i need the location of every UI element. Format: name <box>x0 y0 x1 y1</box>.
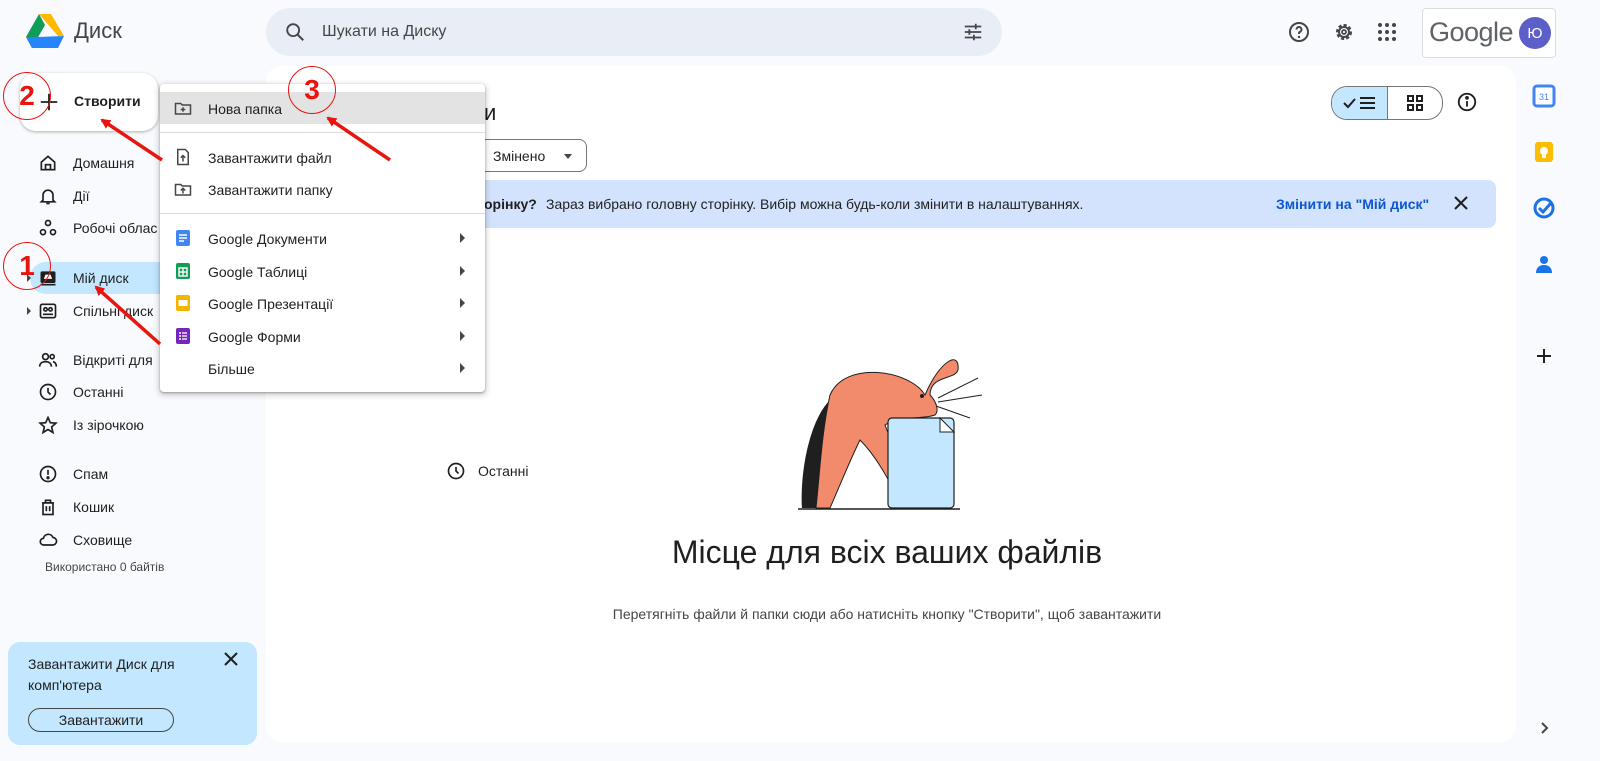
sidebar-item-storage[interactable]: Сховище <box>30 524 260 556</box>
download-drive-promo: Завантажити Диск для комп'ютера Завантаж… <box>8 642 257 745</box>
settings-gear-icon[interactable] <box>1332 20 1356 44</box>
empty-state-subtitle: Перетягніть файли й папки сюди або натис… <box>612 606 1162 622</box>
submenu-arrow-icon <box>460 363 465 373</box>
contacts-app-icon[interactable] <box>1532 252 1556 276</box>
avatar[interactable]: Ю <box>1519 17 1551 49</box>
google-logo: Google <box>1429 17 1514 47</box>
menu-item-google-slides[interactable]: Google Презентації <box>160 287 485 319</box>
submenu-arrow-icon <box>460 233 465 243</box>
drive-logo-icon[interactable] <box>26 14 64 48</box>
create-button-label: Створити <box>74 93 141 109</box>
workspaces-icon <box>38 218 58 238</box>
submenu-arrow-icon <box>460 331 465 341</box>
modified-filter-chip[interactable]: Змінено <box>484 139 587 172</box>
chevron-down-icon <box>564 154 572 159</box>
switch-to-my-drive-link[interactable]: Змінити на "Мій диск" <box>1276 196 1429 212</box>
account-switcher[interactable]: Google Ю <box>1422 8 1556 58</box>
search-bar[interactable] <box>266 8 1002 56</box>
menu-item-upload-folder[interactable]: Завантажити папку <box>160 173 485 205</box>
close-icon[interactable] <box>224 652 238 666</box>
step-3-marker: 3 <box>288 66 336 114</box>
chevron-right-icon[interactable] <box>1532 716 1556 740</box>
help-icon[interactable] <box>1287 20 1311 44</box>
submenu-arrow-icon <box>460 266 465 276</box>
grid-view-button[interactable] <box>1388 87 1442 119</box>
sidebar-item-spam[interactable]: Спам <box>30 458 260 490</box>
clock-icon <box>38 382 58 402</box>
bell-icon <box>38 186 58 206</box>
menu-item-google-sheets[interactable]: Google Таблиці <box>160 255 485 287</box>
step-2-marker: 2 <box>3 72 51 120</box>
empty-state-cat-illustration <box>790 340 990 520</box>
home-page-banner: орінку? Зараз вибрано головну сторінку. … <box>484 180 1496 228</box>
menu-item-more[interactable]: Більше <box>160 352 485 384</box>
tasks-app-icon[interactable] <box>1532 196 1556 220</box>
sidebar-item-starred[interactable]: Із зірочкою <box>30 409 260 441</box>
clock-icon <box>446 461 466 481</box>
banner-question: орінку? <box>484 196 537 212</box>
page-title: и <box>484 100 497 125</box>
calendar-app-icon[interactable]: 31 <box>1532 84 1556 108</box>
info-icon[interactable] <box>1456 91 1478 113</box>
file-upload-icon <box>174 148 192 166</box>
sheets-icon <box>174 262 192 280</box>
slides-icon <box>174 294 192 312</box>
submenu-arrow-icon <box>460 298 465 308</box>
new-folder-icon <box>174 99 192 117</box>
shared-drives-icon <box>38 301 58 321</box>
spam-icon <box>38 464 58 484</box>
step-1-marker: 1 <box>3 242 51 290</box>
forms-icon <box>174 327 192 345</box>
download-button[interactable]: Завантажити <box>28 708 174 732</box>
menu-item-google-forms[interactable]: Google Форми <box>160 320 485 352</box>
close-icon[interactable] <box>1454 196 1468 210</box>
storage-usage-text: Використано 0 байтів <box>45 560 165 574</box>
search-options-icon[interactable] <box>962 21 984 43</box>
home-icon <box>38 153 58 173</box>
cloud-icon <box>38 530 58 550</box>
empty-state-title: Місце для всіх ваших файлів <box>671 534 1103 570</box>
star-icon <box>38 415 58 435</box>
svg-text:31: 31 <box>1539 92 1549 102</box>
search-input[interactable] <box>322 22 922 42</box>
search-icon[interactable] <box>284 21 306 43</box>
menu-item-upload-file[interactable]: Завантажити файл <box>160 141 485 173</box>
menu-divider <box>160 213 485 214</box>
shared-with-me-icon <box>38 350 58 370</box>
apps-grid-icon[interactable] <box>1375 20 1399 44</box>
top-bar: Диск Google Ю <box>0 0 1600 66</box>
trash-icon <box>38 497 58 517</box>
add-addon-plus-icon[interactable] <box>1532 344 1556 368</box>
app-title: Диск <box>74 18 122 43</box>
sidebar-item-trash[interactable]: Кошик <box>30 491 260 523</box>
recent-filter-peek[interactable]: Останні <box>446 459 546 483</box>
create-menu: Нова папка Завантажити файл Завантажити … <box>160 84 485 392</box>
menu-item-google-docs[interactable]: Google Документи <box>160 222 485 254</box>
keep-app-icon[interactable] <box>1532 140 1556 164</box>
folder-upload-icon <box>174 180 192 198</box>
expand-caret-icon[interactable] <box>27 307 31 315</box>
promo-text: Завантажити Диск для комп'ютера <box>28 656 175 693</box>
list-view-button[interactable] <box>1332 87 1388 119</box>
banner-text: Зараз вибрано головну сторінку. Вибір мо… <box>546 196 1084 212</box>
docs-icon <box>174 229 192 247</box>
menu-divider <box>160 132 485 133</box>
view-toggle <box>1331 86 1443 120</box>
